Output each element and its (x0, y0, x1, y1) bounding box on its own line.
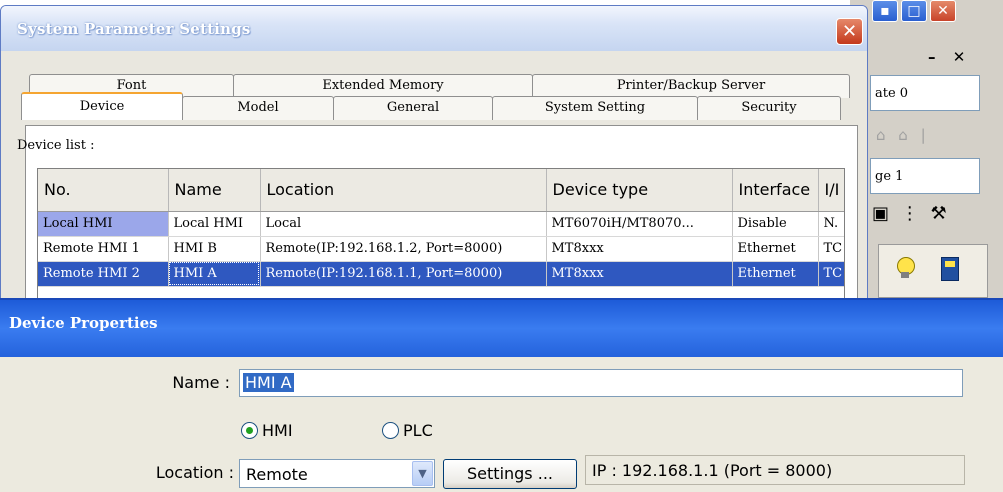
column-header-device-type[interactable]: Device type (546, 169, 733, 212)
column-header-interface[interactable]: Interface (732, 169, 819, 212)
radio-hmi-indicator[interactable] (241, 422, 258, 439)
dp-titlebar: Device Properties (0, 298, 1003, 357)
name-input[interactable]: HMI A (239, 369, 963, 397)
tab-security[interactable]: Security (697, 96, 841, 120)
toolbar-disabled-icons: ⌂ ⌂ | (876, 126, 930, 144)
cell-location: Remote(IP:192.168.1.1, Port=8000) (260, 261, 547, 287)
cell-no: Remote HMI 1 (38, 236, 169, 262)
tab-general[interactable]: General (333, 96, 493, 120)
column-header-io[interactable]: I/I (818, 169, 844, 212)
cell-location: Remote(IP:192.168.1.2, Port=8000) (260, 236, 547, 262)
cell-no: Remote HMI 2 (38, 261, 169, 287)
name-input-value: HMI A (243, 373, 294, 392)
cell-io: N. (818, 211, 844, 237)
device-list-table[interactable]: No. Name Location Device type Interface … (37, 168, 845, 304)
table-row-selected[interactable]: Remote HMI 2 HMI A Remote(IP:192.168.1.1… (38, 261, 844, 287)
cell-name: HMI B (168, 236, 261, 262)
cell-interface: Ethernet (732, 236, 819, 262)
background-panel-2: ge 1 (870, 158, 980, 194)
maximize-icon[interactable]: □ (901, 0, 927, 22)
radio-plc-label: PLC (403, 421, 433, 440)
tab-row-front: Device Model General System Setting Secu… (21, 92, 841, 120)
sps-titlebar: System Parameter Settings (1, 6, 867, 51)
device-list-label: Device list : (17, 138, 95, 153)
cell-location: Local (260, 211, 547, 237)
radio-hmi[interactable]: HMI (241, 421, 293, 440)
cell-no: Local HMI (38, 211, 169, 237)
tab-printer-backup-server[interactable]: Printer/Backup Server (532, 74, 850, 98)
cell-interface: Ethernet (732, 261, 819, 287)
sps-title: System Parameter Settings (17, 19, 251, 38)
cell-interface: Disable (732, 211, 819, 237)
cell-io: TC (818, 236, 844, 262)
column-header-no[interactable]: No. (38, 169, 169, 212)
ip-readout: IP : 192.168.1.1 (Port = 8000) (585, 455, 965, 485)
table-row[interactable]: Local HMI Local HMI Local MT6070iH/MT807… (38, 211, 844, 237)
radio-plc[interactable]: PLC (382, 421, 433, 440)
name-label: Name : (172, 373, 230, 392)
system-parameter-settings-dialog: System Parameter Settings ✕ Font Extende… (0, 5, 868, 305)
background-panel-1: ate 0 (870, 75, 980, 111)
cell-name: HMI A (168, 261, 261, 287)
column-header-location[interactable]: Location (260, 169, 547, 212)
cell-name: Local HMI (168, 211, 261, 237)
restore-icon[interactable]: ▪ (872, 0, 898, 22)
radio-hmi-label: HMI (262, 421, 293, 440)
sps-close-button[interactable]: ✕ (836, 18, 863, 45)
settings-button[interactable]: Settings ... (443, 459, 577, 489)
location-select[interactable]: Remote ▼ (239, 459, 435, 488)
location-label: Location : (155, 463, 234, 482)
cell-io: TC (818, 261, 844, 287)
location-select-value: Remote (246, 465, 308, 484)
cell-device-type: MT8xxx (546, 236, 733, 262)
object-toolbar (878, 244, 988, 298)
chevron-down-icon[interactable]: ▼ (412, 461, 433, 486)
cell-device-type: MT6070iH/MT8070... (546, 211, 733, 237)
mdi-window-controls[interactable]: – ✕ (928, 48, 971, 66)
dp-title: Device Properties (9, 314, 158, 332)
radio-plc-indicator[interactable] (382, 422, 399, 439)
bit-lamp-icon[interactable] (897, 257, 915, 279)
table-header-row: No. Name Location Device type Interface … (38, 169, 844, 212)
numeric-input-icon[interactable] (941, 257, 959, 281)
tab-extended-memory[interactable]: Extended Memory (233, 74, 533, 98)
tab-model[interactable]: Model (182, 96, 334, 120)
table-row[interactable]: Remote HMI 1 HMI B Remote(IP:192.168.1.2… (38, 236, 844, 262)
toolbar-tool-icons[interactable]: ▣ ⋮ ⚒ (872, 203, 950, 224)
column-header-name[interactable]: Name (168, 169, 261, 212)
background-window-controls: ▪ □ ✕ (872, 0, 956, 22)
close-icon[interactable]: ✕ (930, 0, 956, 22)
tab-system-setting[interactable]: System Setting (492, 96, 698, 120)
cell-device-type: MT8xxx (546, 261, 733, 287)
tab-device[interactable]: Device (21, 92, 183, 120)
